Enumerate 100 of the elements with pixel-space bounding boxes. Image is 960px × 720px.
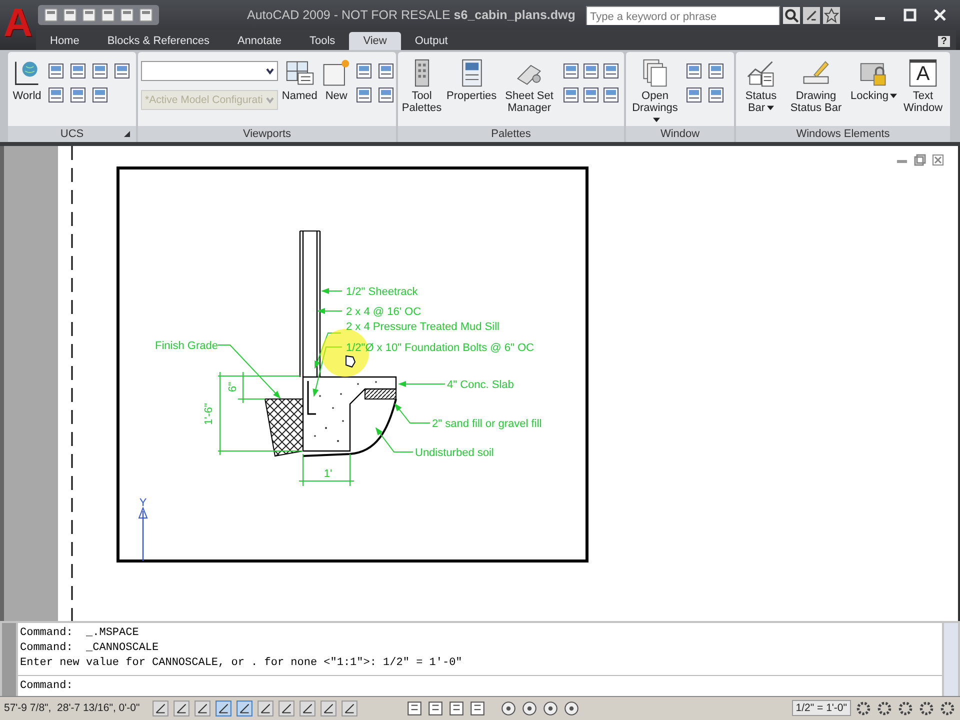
- gear-icon[interactable]: [876, 700, 893, 717]
- window-icon[interactable]: [707, 62, 725, 80]
- window-icon[interactable]: [113, 62, 131, 80]
- navigation-icon[interactable]: [562, 700, 580, 717]
- layout-icon[interactable]: [426, 700, 444, 717]
- ribbon-tab[interactable]: Blocks & References: [93, 32, 224, 50]
- dialog-launcher-icon[interactable]: [124, 131, 130, 137]
- leader-line: [314, 332, 342, 369]
- scrollbar[interactable]: [944, 623, 958, 696]
- window-icon[interactable]: [562, 86, 580, 104]
- maximize-icon[interactable]: [903, 8, 917, 22]
- help-button[interactable]: ?: [938, 36, 950, 47]
- hand-cursor-icon: [346, 355, 356, 368]
- window-icon[interactable]: [47, 86, 65, 104]
- ribbon-button[interactable]: Drawing Status Bar: [787, 58, 845, 114]
- layout-icon[interactable]: [468, 700, 486, 717]
- panel-title: UCS: [60, 128, 84, 140]
- callout-label: Undisturbed soil: [415, 447, 494, 459]
- ribbon-button[interactable]: Tool Palettes: [401, 58, 443, 114]
- drafting-toggle-icon[interactable]: [340, 700, 358, 717]
- star-icon[interactable]: [823, 6, 840, 24]
- ribbon-tab[interactable]: Tools: [296, 32, 350, 50]
- leader-line: [317, 308, 342, 314]
- window-icon[interactable]: [47, 62, 65, 80]
- restore-icon[interactable]: [914, 154, 926, 166]
- drafting-toggle-icon[interactable]: [152, 700, 169, 717]
- dimension-label: 1': [324, 468, 332, 480]
- gear-icon[interactable]: [897, 700, 914, 717]
- ribbon-button[interactable]: New: [321, 58, 352, 102]
- grip-handle[interactable]: [2, 623, 16, 696]
- navigation-icon[interactable]: [542, 700, 559, 717]
- window-icon[interactable]: [602, 86, 620, 104]
- window-icon[interactable]: [582, 62, 600, 80]
- caret-icon: [264, 95, 275, 105]
- window-icon[interactable]: [91, 62, 109, 80]
- ribbon-button[interactable]: World: [11, 58, 43, 102]
- search-field[interactable]: Type a keyword or phrase: [586, 6, 780, 24]
- toolbar-icon[interactable]: [62, 7, 78, 23]
- gear-icon[interactable]: [939, 700, 956, 717]
- toolbar-icon[interactable]: [119, 7, 135, 23]
- dimension-label: 1'-6": [203, 403, 215, 425]
- ribbon-button[interactable]: Locking: [849, 58, 899, 102]
- ribbon-button[interactable]: Status Bar: [739, 58, 783, 114]
- drafting-toggle-icon[interactable]: [172, 700, 190, 717]
- layout-icon[interactable]: [406, 700, 423, 717]
- ribbon-tab[interactable]: Home: [36, 32, 94, 50]
- window-icon[interactable]: [355, 86, 374, 104]
- leader-line: [218, 344, 281, 399]
- drafting-toggle-icon[interactable]: [236, 700, 253, 717]
- window-icon[interactable]: [69, 62, 87, 80]
- drafting-toggle-icon[interactable]: [278, 700, 295, 717]
- annotation-scale-dropdown[interactable]: 1/2" = 1'-0": [792, 700, 851, 716]
- dropdown-field[interactable]: [141, 61, 278, 81]
- window-icon[interactable]: [377, 86, 396, 104]
- callout-label: 1/2" Sheetrack: [346, 286, 418, 298]
- window-icon[interactable]: [685, 86, 703, 104]
- window-icon[interactable]: [377, 62, 396, 80]
- window-icon[interactable]: [685, 62, 703, 80]
- ribbon-button[interactable]: Open Drawings: [629, 58, 681, 126]
- drafting-toggle-icon[interactable]: [256, 700, 274, 717]
- toolbar-icon[interactable]: [43, 7, 59, 23]
- ribbon-tab[interactable]: Annotate: [223, 32, 296, 50]
- panel-title: Window: [660, 128, 700, 140]
- window-icon[interactable]: [582, 86, 600, 104]
- gear-icon[interactable]: [918, 700, 935, 717]
- window-icon[interactable]: [91, 86, 109, 104]
- panel-title: Palettes: [491, 128, 531, 140]
- leader-line: [394, 403, 430, 424]
- panel-title: Viewports: [242, 128, 292, 140]
- drafting-toggle-icon[interactable]: [320, 700, 337, 717]
- navigation-icon[interactable]: [500, 700, 517, 717]
- window-icon[interactable]: [707, 86, 725, 104]
- window-icon[interactable]: [355, 62, 374, 80]
- dimension-label: 6": [227, 382, 239, 392]
- search-icon[interactable]: [783, 6, 800, 24]
- window-icon[interactable]: [562, 62, 580, 80]
- window-icon[interactable]: [602, 62, 620, 80]
- window-title: AutoCAD 2009 - NOT FOR RESALE s6_cabin_plans.dwg: [247, 8, 576, 22]
- ribbon-button[interactable]: Sheet Set Manager: [500, 58, 558, 114]
- ribbon-button[interactable]: Properties: [446, 58, 497, 102]
- toolbar-icon[interactable]: [138, 7, 154, 23]
- callout-label: Finish Grade: [155, 340, 218, 352]
- leader-line: [321, 288, 342, 294]
- toolbar-icon[interactable]: [81, 7, 97, 23]
- layout-icon[interactable]: [448, 700, 465, 717]
- coordinates-readout: 57'-9 7/8", 28'-7 13/16", 0'-0": [4, 702, 140, 714]
- drafting-toggle-icon[interactable]: [298, 700, 316, 717]
- callout-label: 2 x 4 @ 16' OC: [346, 306, 422, 318]
- toolbar-icon[interactable]: [100, 7, 116, 23]
- ribbon-button[interactable]: A Text Window: [903, 58, 943, 114]
- gear-icon[interactable]: [855, 700, 872, 717]
- drafting-toggle-icon[interactable]: [214, 700, 232, 717]
- ribbon-tab[interactable]: Output: [400, 32, 462, 50]
- ribbon-button[interactable]: Named: [282, 58, 318, 102]
- command-prompt: Command:: [20, 680, 73, 692]
- window-icon[interactable]: [69, 86, 87, 104]
- navigation-icon[interactable]: [520, 700, 538, 717]
- ribbon-tab[interactable]: View: [349, 32, 401, 50]
- panel-title: Windows Elements: [796, 128, 890, 140]
- drafting-toggle-icon[interactable]: [194, 700, 211, 717]
